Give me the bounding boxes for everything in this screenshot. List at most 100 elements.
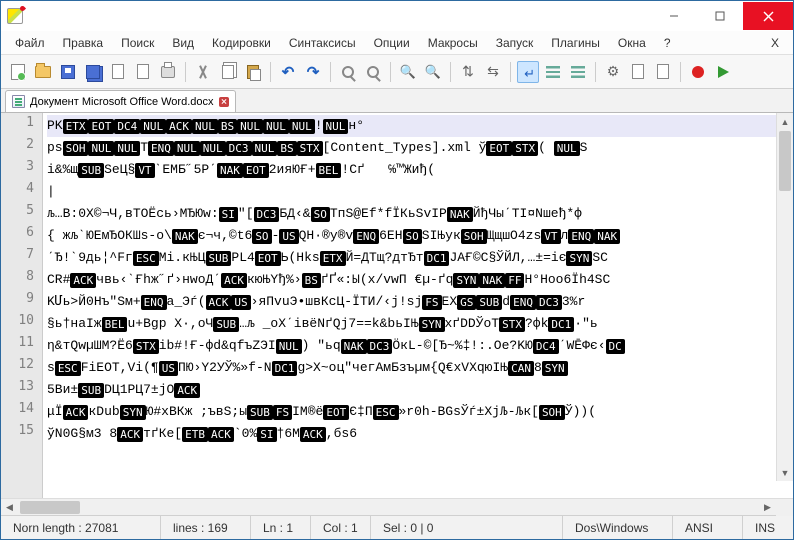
menu-правка[interactable]: Правка [55,33,112,53]
sync-h-icon[interactable]: ⇆ [482,61,504,83]
indent-guide-icon[interactable] [567,61,589,83]
control-char: NUL [174,141,200,156]
menu-синтаксисы[interactable]: Синтаксисы [281,33,364,53]
replace-icon[interactable] [362,61,384,83]
editor-line[interactable]: | [47,181,789,203]
editor-line[interactable]: KՄь>Й0Нъ″Sм+ENQa_Эѓ(ACKUS›яПvuЭ•швКсЦ-ЇТ… [47,291,789,313]
horizontal-scrollbar[interactable]: ◀ ▶ [1,498,793,515]
text-run: ґҐ«:Ы(х/vwП €µ-ґq [321,269,454,291]
text-editor[interactable]: PKETXEOTDC4NULACKNULBSNULNULNUL!NULн°ps S… [43,113,793,498]
lang-icon[interactable]: ⚙ [602,61,624,83]
line-number: 14 [1,401,42,423]
menu-вид[interactable]: Вид [164,33,202,53]
control-char: VT [541,229,560,244]
editor-line[interactable]: љ…B:0X©¬Ч,вТОЁсь›МЂЮw:SI″[DC3БД‹&SOТпЅ@Е… [47,203,789,225]
record-icon[interactable] [687,61,709,83]
line-number: 6 [1,225,42,247]
control-char: DC1 [548,317,574,332]
control-char: DC4 [533,339,559,354]
editor-line[interactable]: psSOHNULNULTENQNULNULDC3NULBSSTX[Content… [47,137,789,159]
menu-?[interactable]: ? [656,33,679,53]
doc-map-icon[interactable] [627,61,649,83]
text-run: іb#!Ғ-фd&qfъZЭІ [159,335,276,357]
undo-icon[interactable]: ↶ [277,61,299,83]
minimize-button[interactable] [651,2,697,30]
control-char: SUB [213,317,239,332]
open-file-icon[interactable] [32,61,54,83]
scroll-down-arrow-icon[interactable]: ▼ [777,464,793,481]
vertical-scrollbar[interactable]: ▲ ▼ [776,113,793,481]
toolbar-separator [330,62,331,82]
zoom-out-icon[interactable]: 🔍 [422,61,444,83]
maximize-button[interactable] [697,2,743,30]
editor-line[interactable]: PKETXEOTDC4NULACKNULBSNULNULNUL!NULн° [47,115,789,137]
text-run: кюЊҮђ%› [247,269,302,291]
zoom-in-icon[interactable]: 🔍 [397,61,419,83]
menu-запуск[interactable]: Запуск [488,33,542,53]
editor-line[interactable]: sESCFiEOT,Vi(¶USПЮ›Y2УЎ%»f-NDC1g>X~oц″че… [47,357,789,379]
text-run: u+Bgp X·,оЧ [127,313,213,335]
editor-line[interactable]: ўN0G§м3 8ACKтґКe[ETBACK`0%SI†6MACK,бs6 [47,423,789,445]
text-run: ps [47,137,63,159]
close-all-icon[interactable] [132,61,154,83]
control-char: NUL [289,119,315,134]
horizontal-scroll-track[interactable] [18,501,759,514]
scroll-up-arrow-icon[interactable]: ▲ [777,113,793,130]
menu-опции[interactable]: Опции [366,33,418,53]
close-button[interactable] [743,2,793,30]
cut-icon[interactable] [192,61,214,83]
horizontal-scroll-thumb[interactable] [20,501,80,514]
editor-line[interactable]: η&тQwµШМ?Ё6STXіb#!Ғ-фd&qfъZЭІNUL) ″ьqNAK… [47,335,789,357]
control-char: SUB [476,295,502,310]
control-char: NAK [172,229,198,244]
text-run: JАҒ©С§ЎЙЛ,…±=іє [449,247,566,269]
status-eol[interactable]: Dos\Windows [563,516,673,539]
copy-icon[interactable] [217,61,239,83]
menu-плагины[interactable]: Плагины [543,33,608,53]
control-char: EOT [88,119,114,134]
text-run: ПЮ›Y2УЎ%»f-N [178,357,272,379]
menu-макросы[interactable]: Макросы [420,33,486,53]
control-char: SYN [120,405,146,420]
tab-close-icon[interactable] [219,97,229,107]
editor-line[interactable]: і&%щSUBSeЦ§VTˋЕМБ˝5РˊNAKEOT2ияЮҒ+BEL!Cґ … [47,159,789,181]
menubar-close-button[interactable]: X [763,33,787,53]
editor-line[interactable]: CR#ACKчвь‹ˋҒhж˝ґ›нwоДˊACKкюЊҮђ%›BSґҐ«:Ы(… [47,269,789,291]
func-list-icon[interactable] [652,61,674,83]
scroll-right-arrow-icon[interactable]: ▶ [759,499,776,516]
save-icon[interactable] [57,61,79,83]
status-ln: Ln : 1 [251,516,311,539]
menu-окна[interactable]: Окна [610,33,654,53]
sync-v-icon[interactable]: ⇅ [457,61,479,83]
print-icon[interactable] [157,61,179,83]
status-encoding[interactable]: ANSI [673,516,743,539]
editor-line[interactable]: μÏACKкDubSYNЮ#xBКж ;ъвЅ;ыSUBFSІМ®ёEOTЄ‡П… [47,401,789,423]
play-icon[interactable] [712,61,734,83]
find-icon[interactable] [337,61,359,83]
control-char: SI [219,207,238,222]
wrap-icon[interactable] [517,61,539,83]
control-char: NUL [114,141,140,156]
text-run: `0% [234,423,257,445]
redo-icon[interactable]: ↷ [302,61,324,83]
new-file-icon[interactable] [7,61,29,83]
menu-файл[interactable]: Файл [7,33,53,53]
all-chars-icon[interactable] [542,61,564,83]
menu-поиск[interactable]: Поиск [113,33,162,53]
titlebar [1,1,793,31]
scroll-left-arrow-icon[interactable]: ◀ [1,499,18,516]
control-char: SYN [542,361,568,376]
close-icon[interactable] [107,61,129,83]
status-mode[interactable]: INS [743,516,793,539]
editor-line[interactable]: §ь†наІжBELu+Bgp X·,оЧSUB…љ _оХˊівёNґQj7=… [47,313,789,335]
menu-кодировки[interactable]: Кодировки [204,33,279,53]
editor-line[interactable]: 5Bи±SUBDЦ1РЦ7±jOACK [47,379,789,401]
document-tab[interactable]: Документ Microsoft Office Word.docx [5,90,236,112]
editor-line[interactable]: { жљˋЮЕмЂОКШs-o\NAKє¬ч,©t6SO-USQH·®у®vEN… [47,225,789,247]
paste-icon[interactable] [242,61,264,83]
control-char: ACK [206,295,232,310]
vertical-scroll-thumb[interactable] [779,131,791,191]
control-char: US [279,229,298,244]
save-all-icon[interactable] [82,61,104,83]
editor-line[interactable]: ˊЂ!ˋ9дь¦^FгESCМі.кЊЦSUBРL4EOTЬ(НksETXЙ=Д… [47,247,789,269]
